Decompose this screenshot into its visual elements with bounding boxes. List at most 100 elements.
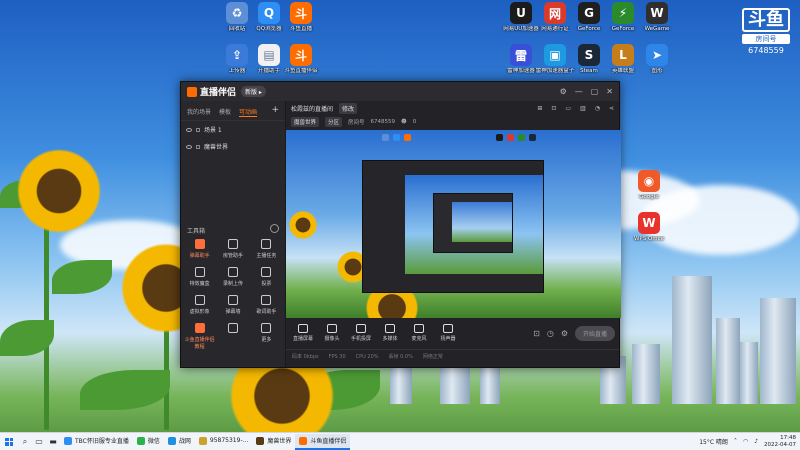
desktop-icon-label: 图形	[651, 68, 663, 74]
toolbox-item[interactable]: 更多	[250, 323, 283, 350]
toolbox-item[interactable]: 弹幕墙	[216, 295, 249, 315]
douyu-companion-icon: 斗	[290, 44, 312, 66]
toolbox-item[interactable]: 虚拟形象	[183, 295, 216, 315]
taskbar-app[interactable]: 微信	[133, 434, 164, 450]
tool-label: 更多	[261, 337, 272, 343]
toolbox-item[interactable]: 歌词助手	[250, 295, 283, 315]
watermark-room-number: 6748559	[748, 46, 784, 55]
source-control-label: 扬声器	[440, 336, 456, 342]
source-control-button[interactable]: 摄像头	[321, 324, 343, 342]
tv-icon[interactable]: ▭	[565, 105, 571, 112]
source-control-button[interactable]: 直播屏幕	[292, 324, 314, 342]
tab-my-scenes[interactable]: 我的场景	[187, 107, 211, 117]
desktop-icon[interactable]: ◉ Google	[626, 170, 672, 201]
desktop-icon[interactable]: W WeGame	[634, 2, 680, 33]
viewers-icon: ☻	[401, 118, 407, 125]
toolbox-item[interactable]: 房管助手	[216, 239, 249, 259]
source-control-button[interactable]: 手机投屏	[350, 324, 372, 342]
eye-icon[interactable]	[186, 144, 192, 149]
tool-icon	[194, 295, 205, 305]
record-icon[interactable]: ⊡	[533, 329, 540, 338]
close-button[interactable]: ✕	[606, 87, 613, 96]
wps-icon: W	[638, 212, 660, 234]
version-badge[interactable]: 新版 ▸	[241, 86, 266, 97]
lock-icon[interactable]	[196, 144, 200, 149]
tab-templates[interactable]: 模板	[219, 107, 231, 117]
settings-icon[interactable]: ⚙	[560, 87, 567, 96]
scene-item[interactable]: 魔兽世界	[181, 138, 285, 155]
toolbox-item[interactable]: 录制上传	[216, 267, 249, 287]
taskbar-app-label: 战网	[178, 438, 191, 445]
preview-desktop-icons	[382, 134, 411, 141]
weather[interactable]: 15°C 晴朗	[699, 437, 728, 446]
search-icon[interactable]: ⌕	[18, 437, 32, 447]
gift-icon[interactable]: ⊞	[537, 105, 542, 112]
source-control-button[interactable]: 麦克风	[408, 324, 430, 342]
toolbox-item[interactable]: 斗鱼直播伴侣教程	[183, 323, 216, 350]
room-bar: 松霞兹的直播间 修改 ⊞ ⊡ ▭ ▥ ◔ ⋖	[286, 101, 619, 115]
network-icon[interactable]: ◠	[743, 438, 748, 445]
taskbar-app[interactable]: 95875319-...	[195, 434, 252, 450]
settings-icon[interactable]: ⚙	[561, 329, 568, 338]
scene-item[interactable]: 场景 1	[181, 121, 285, 138]
accelerator-icon: 雷	[510, 44, 532, 66]
tool-label: 投票	[261, 281, 272, 287]
toolbox-item[interactable]: 投票	[250, 267, 283, 287]
tray-chevron-icon[interactable]: ˄	[734, 438, 737, 445]
tab-animated[interactable]: 可动画	[239, 107, 258, 117]
title-bar: 直播伴侣 新版 ▸ ⚙ — ▢ ✕	[181, 82, 619, 101]
app-icon	[136, 436, 145, 445]
room-info: 魔兽世界 分区 房间号 6748559 ☻ 0	[286, 115, 619, 128]
desktop-icon[interactable]: 斗斗鱼直播	[278, 2, 324, 33]
desktop-icon[interactable]: ➤ 图形	[634, 44, 680, 75]
volume-icon[interactable]: ♪	[754, 438, 758, 445]
history-icon[interactable]: ◷	[547, 329, 554, 338]
toolbox-item[interactable]	[216, 323, 249, 350]
media-icon	[385, 324, 395, 333]
source-control-button[interactable]: 扬声器	[437, 324, 459, 342]
qq-browser-icon: Q	[258, 2, 280, 24]
toolbox-item[interactable]: 弹幕助手	[183, 239, 216, 259]
toolbox-item[interactable]: 主播任务	[250, 239, 283, 259]
explorer-icon[interactable]: ▬	[46, 437, 60, 446]
task-view-icon[interactable]: ▭	[32, 437, 46, 446]
room-title[interactable]: 松霞兹的直播间	[291, 104, 333, 113]
taskbar-app[interactable]: TBC怀旧服专业直播	[60, 434, 133, 450]
edit-room-button[interactable]: 修改	[339, 102, 358, 114]
viewer-count: 0	[412, 118, 417, 125]
share-icon[interactable]: ⋖	[609, 105, 614, 112]
source-control-button[interactable]: 多媒体	[379, 324, 401, 342]
taskbar-app-label: TBC怀旧服专业直播	[75, 438, 129, 445]
microphone-icon	[414, 324, 424, 333]
douyu-companion-window: 直播伴侣 新版 ▸ ⚙ — ▢ ✕ 我的场景 模板 可动画 + 场景 1 魔兽世…	[180, 81, 621, 368]
maximize-button[interactable]: ▢	[591, 87, 599, 96]
stream-preview[interactable]	[286, 130, 621, 318]
mode-selector[interactable]: 分区	[325, 116, 343, 127]
nested-preview-canvas	[405, 175, 543, 274]
desktop-icon[interactable]: 斗斗鱼直播伴侣	[278, 44, 324, 75]
toolbox-item[interactable]: 特效魔盒	[183, 267, 216, 287]
clock-date: 2022-04-07	[764, 441, 796, 448]
chart-icon[interactable]: ▥	[580, 105, 586, 112]
add-scene-button[interactable]: +	[271, 106, 279, 117]
tool-label: 斗鱼直播伴侣教程	[184, 337, 215, 350]
taskbar-app[interactable]: 斗鱼直播伴侣	[295, 433, 351, 450]
clock[interactable]: 17:48 2022-04-07	[764, 435, 796, 449]
lock-icon[interactable]: ⊡	[551, 105, 556, 112]
desktop-icon[interactable]: W WPS Office	[626, 212, 672, 243]
toolbox-settings-icon[interactable]	[270, 224, 279, 233]
eye-icon[interactable]	[186, 127, 192, 132]
start-button[interactable]	[0, 437, 18, 446]
uploader-icon: ⇪	[226, 44, 248, 66]
main-panel: 松霞兹的直播间 修改 ⊞ ⊡ ▭ ▥ ◔ ⋖ 魔兽世界 分区 房间号 67485…	[286, 101, 621, 367]
lock-icon[interactable]	[196, 127, 200, 132]
taskbar-app[interactable]: 魔兽世界	[252, 434, 295, 450]
minimize-button[interactable]: —	[575, 87, 583, 96]
lol-icon: L	[612, 44, 634, 66]
taskbar-app[interactable]: 战网	[164, 434, 195, 450]
bell-icon[interactable]: ◔	[595, 105, 600, 112]
start-stream-button[interactable]: 开始直播	[574, 325, 615, 341]
douyu-logo-icon	[187, 86, 197, 97]
watermark-room-label: 房间号	[742, 34, 790, 44]
category-selector[interactable]: 魔兽世界	[291, 116, 320, 127]
